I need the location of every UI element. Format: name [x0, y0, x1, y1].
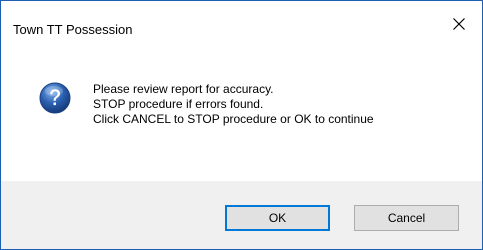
close-icon: [452, 17, 466, 31]
dialog-content: Please review report for accuracy. STOP …: [1, 46, 482, 181]
message-line: Please review report for accuracy.: [93, 82, 274, 96]
close-button[interactable]: [436, 1, 482, 46]
message-text: Please review report for accuracy. STOP …: [93, 82, 374, 127]
title-bar[interactable]: Town TT Possession: [1, 1, 482, 46]
message-line: Click CANCEL to STOP procedure or OK to …: [93, 112, 374, 126]
window-title: Town TT Possession: [13, 22, 133, 37]
cancel-button[interactable]: Cancel: [354, 205, 459, 231]
button-bar: OK Cancel: [1, 181, 482, 249]
message-line: STOP procedure if errors found.: [93, 97, 264, 111]
message-dialog: Town TT Possession Please review report …: [0, 0, 483, 250]
question-icon: [39, 82, 71, 114]
ok-button[interactable]: OK: [225, 205, 330, 231]
